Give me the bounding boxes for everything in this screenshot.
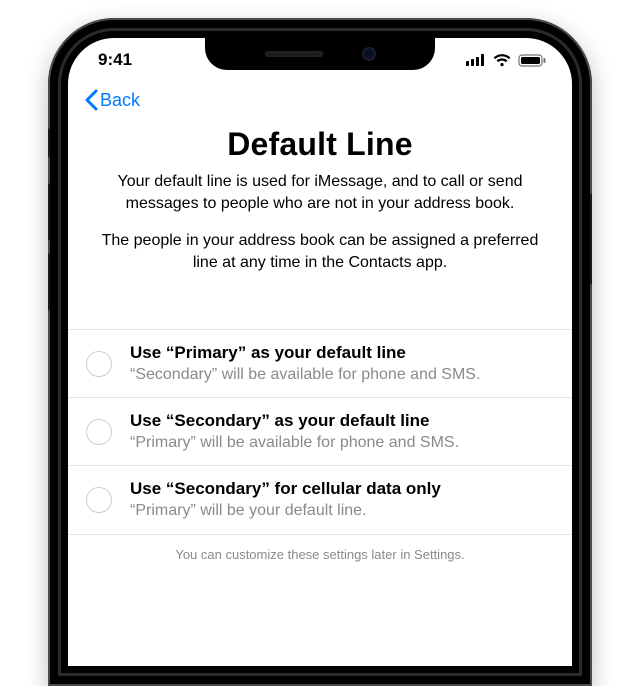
speaker-grille <box>265 51 323 57</box>
battery-icon <box>518 54 546 67</box>
radio-unselected-icon <box>86 487 112 513</box>
content: Default Line Your default line is used f… <box>68 118 572 273</box>
volume-up-button <box>48 183 50 241</box>
footer-note: You can customize these settings later i… <box>68 535 572 582</box>
wifi-icon <box>493 54 511 67</box>
mute-switch <box>48 128 50 158</box>
option-subtitle: “Primary” will be available for phone an… <box>130 433 546 454</box>
notch <box>205 38 435 70</box>
option-title: Use “Primary” as your default line <box>130 342 546 363</box>
radio-unselected-icon <box>86 419 112 445</box>
front-camera <box>363 48 375 60</box>
phone-frame: 9:41 <box>48 18 592 686</box>
status-time: 9:41 <box>98 50 132 70</box>
radio-unselected-icon <box>86 351 112 377</box>
page-title: Default Line <box>90 126 550 163</box>
screen: 9:41 <box>68 38 572 666</box>
option-subtitle: “Primary” will be your default line. <box>130 501 546 522</box>
options-list: Use “Primary” as your default line “Seco… <box>68 329 572 534</box>
option-title: Use “Secondary” for cellular data only <box>130 478 546 499</box>
option-secondary-default[interactable]: Use “Secondary” as your default line “Pr… <box>68 398 572 466</box>
back-label: Back <box>100 90 140 111</box>
option-primary-default[interactable]: Use “Primary” as your default line “Seco… <box>68 330 572 398</box>
option-title: Use “Secondary” as your default line <box>130 410 546 431</box>
volume-down-button <box>48 253 50 311</box>
option-subtitle: “Secondary” will be available for phone … <box>130 365 546 386</box>
option-secondary-data-only[interactable]: Use “Secondary” for cellular data only “… <box>68 466 572 534</box>
cellular-icon <box>466 54 486 66</box>
power-button <box>590 193 592 285</box>
page-description-1: Your default line is used for iMessage, … <box>90 171 550 214</box>
nav-bar: Back <box>68 82 572 118</box>
back-button[interactable]: Back <box>78 85 146 115</box>
page-description-2: The people in your address book can be a… <box>90 230 550 273</box>
chevron-left-icon <box>84 89 98 111</box>
